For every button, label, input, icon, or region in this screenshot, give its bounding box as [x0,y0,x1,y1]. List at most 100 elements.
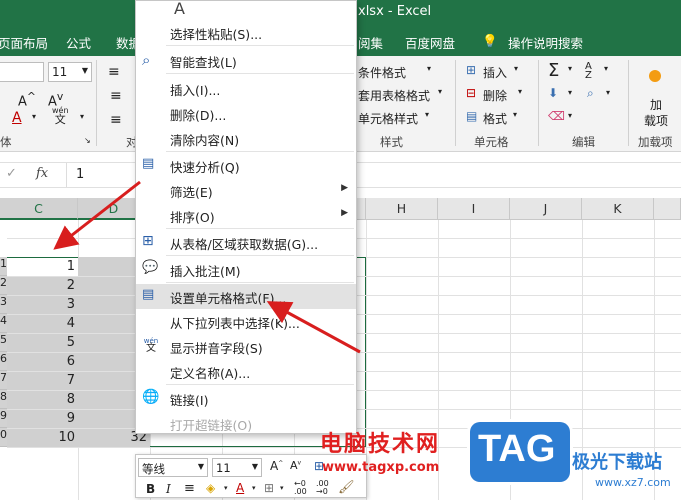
chevron-down-icon[interactable]: ▾ [513,110,517,119]
cell-c[interactable]: 4 [6,314,78,333]
cell-style-button[interactable]: 单元格样式 [358,110,418,127]
chevron-down-icon[interactable]: ▾ [427,64,431,73]
menu-item-get-data[interactable]: ⊞ 从表格/区域获取数据(G)... [136,230,356,255]
addins-icon[interactable] [649,70,661,82]
enter-check-icon[interactable]: ✓ [6,166,17,181]
align-left-icon[interactable]: ≡ [110,88,122,104]
conditional-format-button[interactable]: 条件格式 [358,64,406,81]
autosum-icon[interactable]: Σ [548,60,559,81]
cell-c[interactable]: 7 [6,371,78,390]
font-name-combo[interactable] [0,62,44,82]
dialog-launcher-icon[interactable]: ↘ [84,136,91,145]
chevron-down-icon[interactable]: ▾ [568,88,572,97]
column-header-l[interactable] [654,198,681,220]
menu-item-insert-comment[interactable]: 💬 插入批注(M) [136,257,356,282]
menu-divider [166,282,354,283]
format-cells-ribbon-icon[interactable]: ▤ [466,109,477,123]
clear-icon[interactable]: ⌫ [548,109,565,123]
chevron-down-icon[interactable]: ▾ [514,64,518,73]
tab-view-partial[interactable]: 阅集 [358,33,383,52]
cell-c[interactable]: 5 [6,333,78,352]
group-styles-label: 样式 [380,135,403,149]
chevron-down-icon[interactable]: ▾ [224,484,228,492]
menu-item-link[interactable]: 🌐 链接(I) [136,386,356,411]
increase-decimal-icon[interactable]: ←0.00 [294,480,307,496]
align-center-icon[interactable]: ≡ [184,481,195,496]
sort-filter-icon[interactable]: AZ [585,62,592,81]
chevron-down-icon[interactable]: ▾ [32,112,36,121]
menu-item-quick-analysis[interactable]: ▤ 快速分析(Q) [136,153,356,178]
delete-cells-button[interactable]: 删除 [483,87,507,104]
menu-item-paste-special[interactable]: 选择性粘贴(S)... [136,20,356,45]
fill-color-icon[interactable]: ◈ [206,481,215,495]
menu-item-insert[interactable]: 插入(I)... [136,76,356,101]
font-shrink-icon[interactable]: Av [290,459,301,472]
delete-cells-icon[interactable]: ⊟ [466,86,476,100]
fill-icon[interactable]: ⬇ [548,86,558,100]
cell-c[interactable]: 6 [6,352,78,371]
addins-button-line1[interactable]: 加 [650,96,662,113]
menu-item-define-name[interactable]: 定义名称(A)... [136,359,356,384]
chevron-down-icon[interactable]: ▾ [604,64,608,73]
mini-font-combo[interactable]: 等线 ▼ [138,458,208,477]
phonetic-guide-icon[interactable]: wén 文 [52,106,69,125]
column-header-c[interactable]: C [0,198,78,220]
menu-item-sort[interactable]: 排序(O) ▶ [136,203,356,228]
formula-input[interactable]: 1 [76,167,84,182]
column-header-j[interactable]: J [510,198,582,220]
tell-me-search[interactable]: 操作说明搜索 [508,33,583,52]
borders-icon[interactable]: ⊞ [264,481,274,495]
insert-cells-icon[interactable]: ⊞ [466,63,476,77]
menu-item-smart-lookup[interactable]: ⌕ 智能查找(L) [136,48,356,73]
bold-icon[interactable]: B [146,482,155,496]
menu-item-pick-from-list[interactable]: 从下拉列表中选择(K)... [136,309,356,334]
chevron-down-icon[interactable]: ▾ [568,111,572,120]
group-addins-label: 加载项 [638,135,673,149]
paste-values-icon[interactable]: A [174,0,185,18]
menu-item-delete[interactable]: 删除(D)... [136,101,356,126]
cell-c[interactable]: 8 [6,390,78,409]
italic-icon[interactable]: I [166,482,171,496]
align-top-icon[interactable]: ≡ [108,64,120,80]
menu-item-phonetic[interactable]: wén 文 显示拼音字段(S) [136,334,356,359]
menu-divider [166,255,354,256]
font-grow-icon[interactable]: A^ [18,90,36,109]
smart-lookup-icon: ⌕ [142,51,151,69]
find-select-icon[interactable]: ⌕ [587,86,594,101]
cell-c[interactable]: 2 [6,276,78,295]
chevron-down-icon[interactable]: ▾ [518,87,522,96]
lightbulb-icon[interactable]: 💡 [482,33,498,49]
chevron-down-icon[interactable]: ▾ [280,484,284,492]
cell-c[interactable]: 9 [6,409,78,428]
cell-c[interactable]: 1 [6,257,78,276]
font-size-combo[interactable]: 11 ▼ [48,62,92,82]
font-color-icon[interactable]: A [236,481,244,495]
mini-size-combo[interactable]: 11 ▼ [212,458,262,477]
addins-button-line2[interactable]: 载项 [644,112,668,129]
menu-item-format-cells[interactable]: ▤ 设置单元格格式(F)... [136,284,356,309]
menu-item-filter[interactable]: 筛选(E) ▶ [136,178,356,203]
cell-c[interactable]: 3 [6,295,78,314]
ribbon-divider [455,60,456,146]
tab-baidu-netdisk[interactable]: 百度网盘 [405,33,455,52]
column-header-i[interactable]: I [438,198,510,220]
insert-cells-button[interactable]: 插入 [483,64,507,81]
chevron-down-icon[interactable]: ▾ [252,484,256,492]
chevron-down-icon[interactable]: ▾ [606,88,610,97]
chevron-down-icon[interactable]: ▾ [80,112,84,121]
cell-c[interactable]: 10 [6,428,78,447]
font-grow-icon[interactable]: A^ [270,459,283,473]
column-header-k[interactable]: K [582,198,654,220]
font-color-icon[interactable]: A [12,110,22,126]
format-cells-button[interactable]: 格式 [483,110,507,127]
insert-function-icon[interactable]: fx [36,166,48,181]
table-format-button[interactable]: 套用表格格式 [358,87,430,104]
chevron-down-icon[interactable]: ▾ [425,110,429,119]
tab-formulas[interactable]: 公式 [66,33,91,52]
chevron-down-icon[interactable]: ▾ [568,64,572,73]
column-header-h[interactable]: H [366,198,438,220]
tab-page-layout[interactable]: 页面布局 [0,33,48,52]
chevron-down-icon[interactable]: ▾ [438,87,442,96]
indent-icon[interactable]: ≡ [110,112,122,128]
menu-item-clear-contents[interactable]: 清除内容(N) [136,126,356,151]
